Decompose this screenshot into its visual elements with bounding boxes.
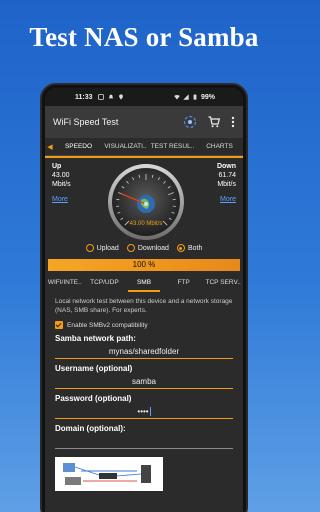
direction-radio-group: Upload Download Both xyxy=(45,240,243,256)
phone-frame: 11:33 99% WiFi Speed Test ◀ SPEEDO VISUA… xyxy=(40,83,248,512)
top-tab-bar: ◀ SPEEDO VISUALIZATI.. TEST RESUL.. CHAR… xyxy=(45,138,243,156)
wifi-icon xyxy=(174,94,180,100)
radio-upload[interactable]: Upload xyxy=(85,244,119,252)
satellite-icon[interactable] xyxy=(183,115,197,129)
cart-icon[interactable] xyxy=(208,116,220,128)
progress-text: 100 % xyxy=(132,260,156,269)
domain-label: Domain (optional): xyxy=(55,424,126,433)
smbv2-checkbox-label: Enable SMBv2 compatibility xyxy=(67,321,148,329)
domain-input[interactable] xyxy=(55,436,233,449)
password-input[interactable]: •••• xyxy=(55,406,233,419)
username-input[interactable]: samba xyxy=(55,376,233,389)
speedometer-area: Up 43.00 Mbit/s More 43.00 Mbit/s Down 6… xyxy=(45,158,243,240)
app-screen: 11:33 99% WiFi Speed Test ◀ SPEEDO VISUA… xyxy=(45,88,243,512)
tab-scroll-left-icon[interactable]: ◀ xyxy=(45,143,55,151)
bell-icon xyxy=(108,94,113,99)
download-readout: Down 61.74 Mbit/s More xyxy=(217,162,236,204)
radio-download-dot[interactable] xyxy=(126,244,135,252)
tab-charts[interactable]: CHARTS xyxy=(196,143,243,150)
network-diagram-image xyxy=(55,457,163,491)
up-more-link[interactable]: More xyxy=(52,195,71,204)
promo-headline: Test NAS or Samba xyxy=(29,22,259,52)
tab-ftp[interactable]: FTP xyxy=(164,274,204,292)
down-label: Down xyxy=(216,163,236,170)
smbv2-checkbox-row[interactable]: Enable SMBv2 compatibility xyxy=(55,321,233,329)
smb-description: Local network test between this device a… xyxy=(55,298,233,314)
down-more-link[interactable]: More xyxy=(217,195,236,204)
down-unit: Mbit/s xyxy=(217,181,236,188)
radio-both-dot[interactable] xyxy=(176,244,185,252)
overflow-menu-icon[interactable] xyxy=(231,116,235,128)
tab-speedometer[interactable]: SPEEDO xyxy=(55,143,102,150)
app-title: WiFi Speed Test xyxy=(53,117,119,127)
radio-download[interactable]: Download xyxy=(126,244,169,252)
signal-icon xyxy=(183,94,189,100)
upload-readout: Up 43.00 Mbit/s More xyxy=(52,162,71,204)
smb-settings-panel: Local network test between this device a… xyxy=(45,292,243,496)
radio-both-label: Both xyxy=(187,244,203,252)
radio-upload-dot[interactable] xyxy=(85,244,94,252)
up-label: Up xyxy=(52,163,62,170)
protocol-tab-bar: WIFI/INTE.. TCP/UDP SMB FTP TCP SERV.. xyxy=(45,274,243,292)
test-progress-bar: 100 % xyxy=(48,259,240,271)
tab-test-results[interactable]: TEST RESUL.. xyxy=(149,143,196,150)
password-value: •••• xyxy=(137,407,149,416)
status-time: 11:33 xyxy=(75,93,93,101)
up-value: 43.00 xyxy=(52,172,70,179)
notification-icon xyxy=(97,94,104,100)
tab-tcp-udp[interactable]: TCP/UDP xyxy=(85,274,125,292)
username-label: Username (optional) xyxy=(55,364,133,373)
tab-wifi-internet[interactable]: WIFI/INTE.. xyxy=(45,274,85,292)
text-cursor xyxy=(149,407,151,417)
password-label: Password (optional) xyxy=(55,394,132,403)
radio-both[interactable]: Both xyxy=(176,244,203,252)
up-unit: Mbit/s xyxy=(52,181,71,188)
tab-visualization[interactable]: VISUALIZATI.. xyxy=(102,143,149,150)
path-input[interactable]: mynas/sharedfolder xyxy=(55,346,233,359)
radio-download-label: Download xyxy=(137,244,169,252)
radio-upload-label: Upload xyxy=(96,244,119,252)
down-value: 61.74 xyxy=(218,172,236,179)
battery-percent: 99% xyxy=(200,93,215,101)
status-bar: 11:33 99% xyxy=(45,88,243,106)
app-bar: WiFi Speed Test xyxy=(45,106,243,138)
tab-tcp-server[interactable]: TCP SERV.. xyxy=(203,274,243,292)
tab-smb[interactable]: SMB xyxy=(124,274,164,292)
battery-icon xyxy=(193,94,197,100)
location-icon xyxy=(118,94,123,100)
smbv2-checkbox[interactable] xyxy=(55,321,63,329)
gauge-center-readout: 43.00 Mbit/s xyxy=(129,221,163,227)
speedometer-gauge xyxy=(108,164,184,240)
path-label: Samba network path: xyxy=(55,334,136,343)
